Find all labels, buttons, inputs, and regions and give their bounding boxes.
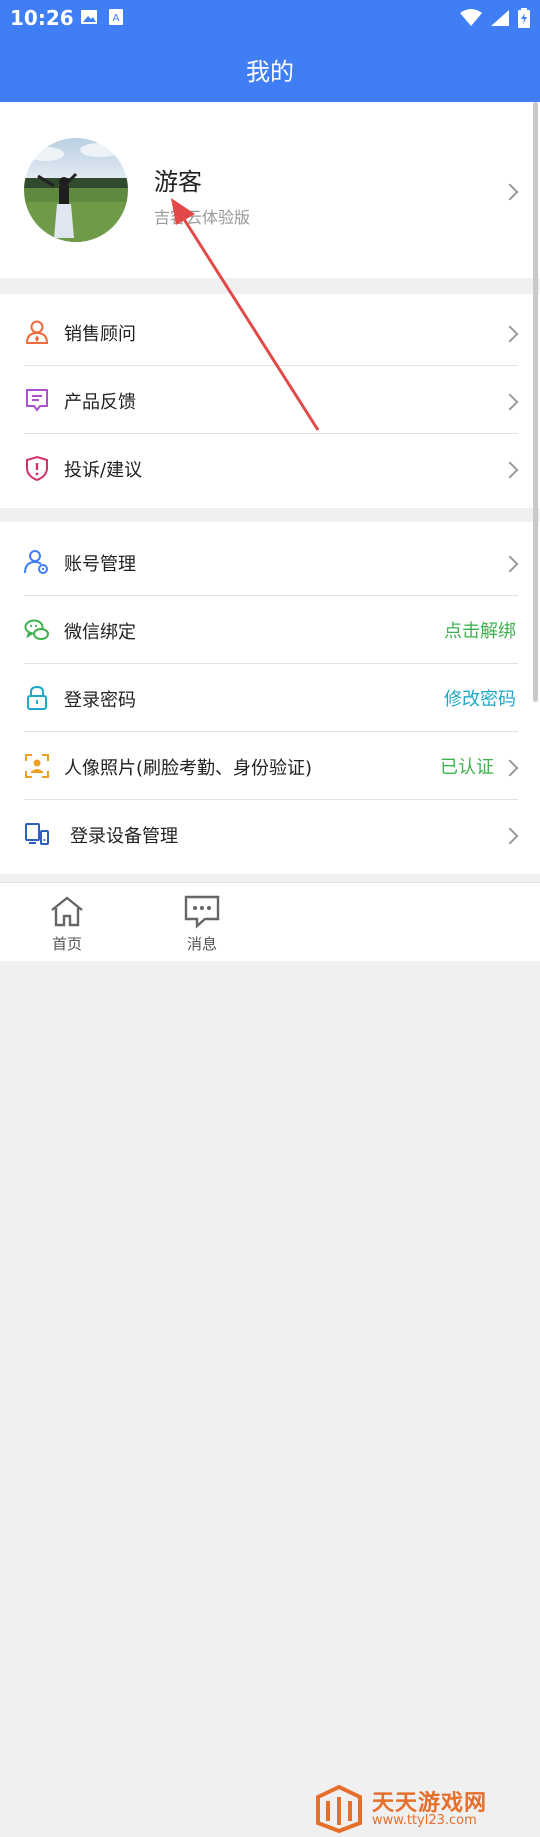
menu-item-complaint[interactable]: 投诉/建议	[0, 434, 540, 502]
status-bar: 10:26 A	[0, 0, 540, 36]
menu-item-account-management[interactable]: 账号管理	[0, 528, 540, 596]
change-password-link[interactable]: 修改密码	[444, 685, 516, 711]
battery-icon	[518, 8, 530, 28]
watermark-logo-icon	[316, 1785, 362, 1833]
scrollbar[interactable]	[533, 102, 538, 702]
watermark-url: www.ttyl23.com	[372, 1813, 477, 1828]
lock-icon	[27, 685, 47, 710]
image-icon	[81, 10, 97, 24]
menu-item-portrait-photo[interactable]: 人像照片(刷脸考勤、身份验证) 已认证	[0, 732, 540, 800]
svg-text:A: A	[113, 13, 120, 24]
page-title: 我的	[246, 58, 294, 86]
menu-item-login-password[interactable]: 登录密码 修改密码	[0, 664, 540, 732]
status-time: 10:26	[10, 6, 74, 30]
chevron-right-icon	[501, 325, 519, 343]
unbind-wechat-link[interactable]: 点击解绑	[444, 617, 516, 643]
bottom-tab-bar: 首页 消息 天天游戏网 www.ttyl23.com	[0, 882, 540, 1833]
profile-name: 游客	[154, 168, 202, 196]
profile-subtitle: 吉客云体验版	[154, 208, 251, 227]
verified-status: 已认证	[440, 757, 494, 778]
chevron-right-icon	[501, 393, 519, 411]
user-icon	[25, 320, 49, 344]
keyboard-icon: A	[109, 9, 123, 25]
message-icon	[184, 895, 220, 929]
menu-item-device-management[interactable]: 登录设备管理	[0, 800, 540, 868]
wifi-icon	[460, 9, 482, 26]
home-icon	[51, 896, 83, 927]
tab-home-label: 首页	[51, 935, 82, 953]
feedback-icon	[26, 389, 48, 412]
chevron-right-icon	[501, 759, 519, 777]
tab-messages[interactable]: 消息	[137, 883, 267, 961]
chevron-right-icon	[501, 183, 519, 201]
chevron-right-icon	[501, 827, 519, 845]
wechat-icon	[24, 619, 49, 640]
user-settings-icon	[24, 550, 48, 574]
chevron-right-icon	[501, 461, 519, 479]
tab-home[interactable]: 首页	[2, 883, 132, 961]
signal-icon	[491, 10, 509, 26]
menu-item-label: 销售顾问	[64, 324, 136, 345]
menu-item-sales-consultant[interactable]: 销售顾问	[0, 298, 540, 366]
tab-messages-label: 消息	[186, 935, 217, 953]
menu-group-service: 销售顾问 产品反馈 投诉/建议	[0, 294, 540, 508]
menu-item-label: 人像照片(刷脸考勤、身份验证)	[64, 758, 313, 779]
app-header: 我的	[0, 36, 540, 102]
shield-alert-icon	[26, 455, 48, 481]
menu-item-label: 投诉/建议	[64, 460, 143, 481]
menu-item-label: 产品反馈	[64, 392, 136, 413]
avatar[interactable]	[24, 138, 128, 242]
menu-group-account: 账号管理 微信绑定 点击解绑 登录密码 修改密码 人像照片(刷脸考勤、身份验证)…	[0, 522, 540, 874]
menu-item-label: 账号管理	[64, 554, 136, 575]
face-scan-icon	[25, 754, 49, 778]
menu-item-product-feedback[interactable]: 产品反馈	[0, 366, 540, 434]
menu-item-wechat-binding[interactable]: 微信绑定 点击解绑	[0, 596, 540, 664]
watermark: 天天游戏网 www.ttyl23.com	[312, 1781, 528, 1837]
profile-card[interactable]: 游客 吉客云体验版	[0, 102, 540, 278]
menu-item-label: 登录密码	[64, 690, 136, 711]
device-icon	[25, 823, 49, 845]
menu-item-label: 微信绑定	[64, 622, 136, 643]
chevron-right-icon	[501, 555, 519, 573]
menu-item-label: 登录设备管理	[70, 826, 178, 847]
